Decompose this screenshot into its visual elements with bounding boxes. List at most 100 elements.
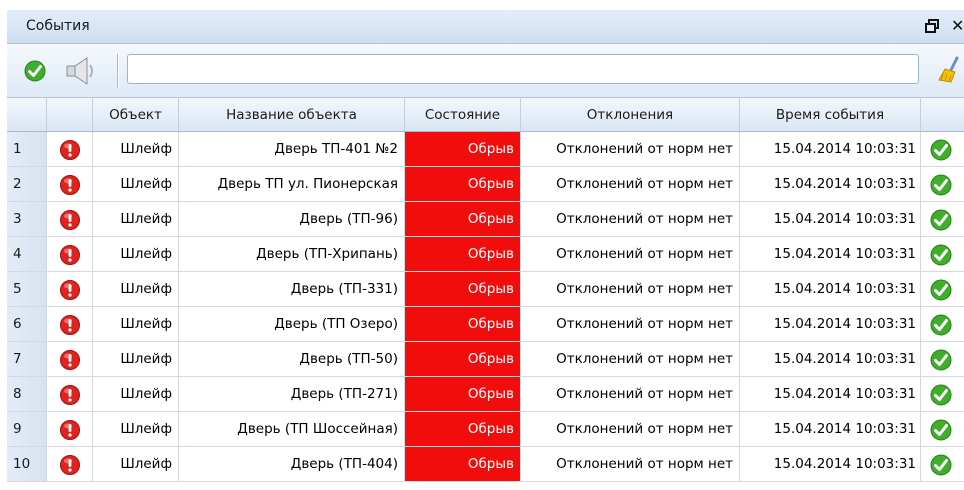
object-cell: Шлейф <box>93 447 179 481</box>
state-cell: Обрыв <box>405 412 521 446</box>
acknowledge-cell[interactable] <box>921 237 964 271</box>
status-icon-cell <box>47 447 93 481</box>
object-name-cell: Дверь (ТП-Хрипань) <box>179 237 405 271</box>
column-header-state[interactable]: Состояние <box>405 98 521 131</box>
acknowledge-cell[interactable] <box>921 412 964 446</box>
search-input[interactable] <box>127 54 919 84</box>
state-cell: Обрыв <box>405 167 521 201</box>
object-name-cell: Дверь (ТП Озеро) <box>179 307 405 341</box>
state-cell: Обрыв <box>405 447 521 481</box>
table-row[interactable]: 7 Шлейф Дверь (ТП-50) Обрыв Отклонений от но… <box>7 342 964 377</box>
event-time-cell: 15.04.2014 10:03:31 <box>740 132 921 166</box>
object-cell: Шлейф <box>93 167 179 201</box>
deviations-cell: Отклонений от норм нет <box>521 412 740 446</box>
event-time-cell: 15.04.2014 10:03:31 <box>740 447 921 481</box>
object-name-cell: Дверь (ТП-331) <box>179 272 405 306</box>
object-cell: Шлейф <box>93 272 179 306</box>
column-header-object[interactable]: Объект <box>93 98 179 131</box>
green-check-icon[interactable] <box>930 209 952 236</box>
deviations-cell: Отклонений от норм нет <box>521 342 740 376</box>
green-check-icon[interactable] <box>930 419 952 446</box>
green-check-icon[interactable] <box>930 244 952 271</box>
column-header-acknowledge[interactable] <box>921 98 964 131</box>
green-check-icon[interactable] <box>930 349 952 376</box>
red-exclamation-icon <box>60 174 80 201</box>
event-time-cell: 15.04.2014 10:03:31 <box>740 412 921 446</box>
row-number: 6 <box>7 307 47 341</box>
green-check-icon[interactable] <box>930 174 952 201</box>
status-icon-cell <box>47 132 93 166</box>
column-header-status-icon[interactable] <box>47 98 93 131</box>
acknowledge-cell[interactable] <box>921 132 964 166</box>
object-name-cell: Дверь (ТП-271) <box>179 377 405 411</box>
restore-window-icon[interactable] <box>925 19 939 33</box>
row-number: 2 <box>7 167 47 201</box>
status-icon-cell <box>47 377 93 411</box>
red-exclamation-icon <box>60 244 80 271</box>
object-cell: Шлейф <box>93 132 179 166</box>
acknowledge-cell[interactable] <box>921 342 964 376</box>
table-row[interactable]: 6 Шлейф Дверь (ТП Озеро) Обрыв Отклонений от… <box>7 307 964 342</box>
table-row[interactable]: 4 Шлейф Дверь (ТП-Хрипань) Обрыв Отклонений … <box>7 237 964 272</box>
row-number: 4 <box>7 237 47 271</box>
red-exclamation-icon <box>60 139 80 166</box>
acknowledge-cell[interactable] <box>921 167 964 201</box>
sound-button[interactable] <box>65 56 99 90</box>
table-header: Объект Название объекта Состояние Отклон… <box>7 98 964 132</box>
red-exclamation-icon <box>60 454 80 481</box>
status-icon-cell <box>47 412 93 446</box>
red-exclamation-icon <box>60 279 80 306</box>
table-row[interactable]: 3 Шлейф Дверь (ТП-96) Обрыв Отклонений от но… <box>7 202 964 237</box>
green-check-icon[interactable] <box>930 139 952 166</box>
status-icon-cell <box>47 342 93 376</box>
state-cell: Обрыв <box>405 342 521 376</box>
row-number: 8 <box>7 377 47 411</box>
green-check-icon[interactable] <box>930 384 952 411</box>
green-check-icon[interactable] <box>930 314 952 341</box>
state-cell: Обрыв <box>405 377 521 411</box>
state-cell: Обрыв <box>405 237 521 271</box>
column-header-object-name[interactable]: Название объекта <box>179 98 405 131</box>
table-row[interactable]: 10 Шлейф Дверь (ТП-404) Обрыв Отклонений от … <box>7 447 964 482</box>
green-check-icon[interactable] <box>930 454 952 481</box>
status-icon-cell <box>47 167 93 201</box>
green-check-icon <box>24 60 46 82</box>
column-header-deviations[interactable]: Отклонения <box>521 98 740 131</box>
event-time-cell: 15.04.2014 10:03:31 <box>740 377 921 411</box>
object-cell: Шлейф <box>93 412 179 446</box>
object-cell: Шлейф <box>93 307 179 341</box>
event-time-cell: 15.04.2014 10:03:31 <box>740 272 921 306</box>
row-number: 10 <box>7 447 47 481</box>
green-check-icon[interactable] <box>930 279 952 306</box>
red-exclamation-icon <box>60 349 80 376</box>
object-cell: Шлейф <box>93 237 179 271</box>
table-row[interactable]: 9 Шлейф Дверь (ТП Шоссейная) Обрыв Отклонени… <box>7 412 964 447</box>
row-number: 3 <box>7 202 47 236</box>
acknowledge-cell[interactable] <box>921 377 964 411</box>
table-row[interactable]: 1 Шлейф Дверь ТП-401 №2 Обрыв Отклонений от … <box>7 132 964 167</box>
window-title: События <box>26 18 90 34</box>
acknowledge-cell[interactable] <box>921 447 964 481</box>
state-cell: Обрыв <box>405 132 521 166</box>
column-header-number[interactable] <box>7 98 47 131</box>
events-window: События ✕ Объект Название объекта Состоя… <box>7 10 964 490</box>
object-name-cell: Дверь (ТП-50) <box>179 342 405 376</box>
window-title-bar: События ✕ <box>7 10 964 44</box>
table-row[interactable]: 5 Шлейф Дверь (ТП-331) Обрыв Отклонений от н… <box>7 272 964 307</box>
column-header-event-time[interactable]: Время события <box>740 98 921 131</box>
close-icon[interactable]: ✕ <box>951 16 964 35</box>
row-number: 7 <box>7 342 47 376</box>
acknowledge-cell[interactable] <box>921 272 964 306</box>
deviations-cell: Отклонений от норм нет <box>521 377 740 411</box>
clear-search-button[interactable] <box>937 56 964 88</box>
acknowledge-cell[interactable] <box>921 202 964 236</box>
speaker-icon <box>66 57 93 85</box>
object-name-cell: Дверь (ТП Шоссейная) <box>179 412 405 446</box>
acknowledge-all-button[interactable] <box>24 60 46 86</box>
table-row[interactable]: 8 Шлейф Дверь (ТП-271) Обрыв Отклонений от н… <box>7 377 964 412</box>
object-name-cell: Дверь ТП-401 №2 <box>179 132 405 166</box>
object-name-cell: Дверь (ТП-96) <box>179 202 405 236</box>
acknowledge-cell[interactable] <box>921 307 964 341</box>
red-exclamation-icon <box>60 209 80 236</box>
table-row[interactable]: 2 Шлейф Дверь ТП ул. Пионерская Обрыв Отклон… <box>7 167 964 202</box>
